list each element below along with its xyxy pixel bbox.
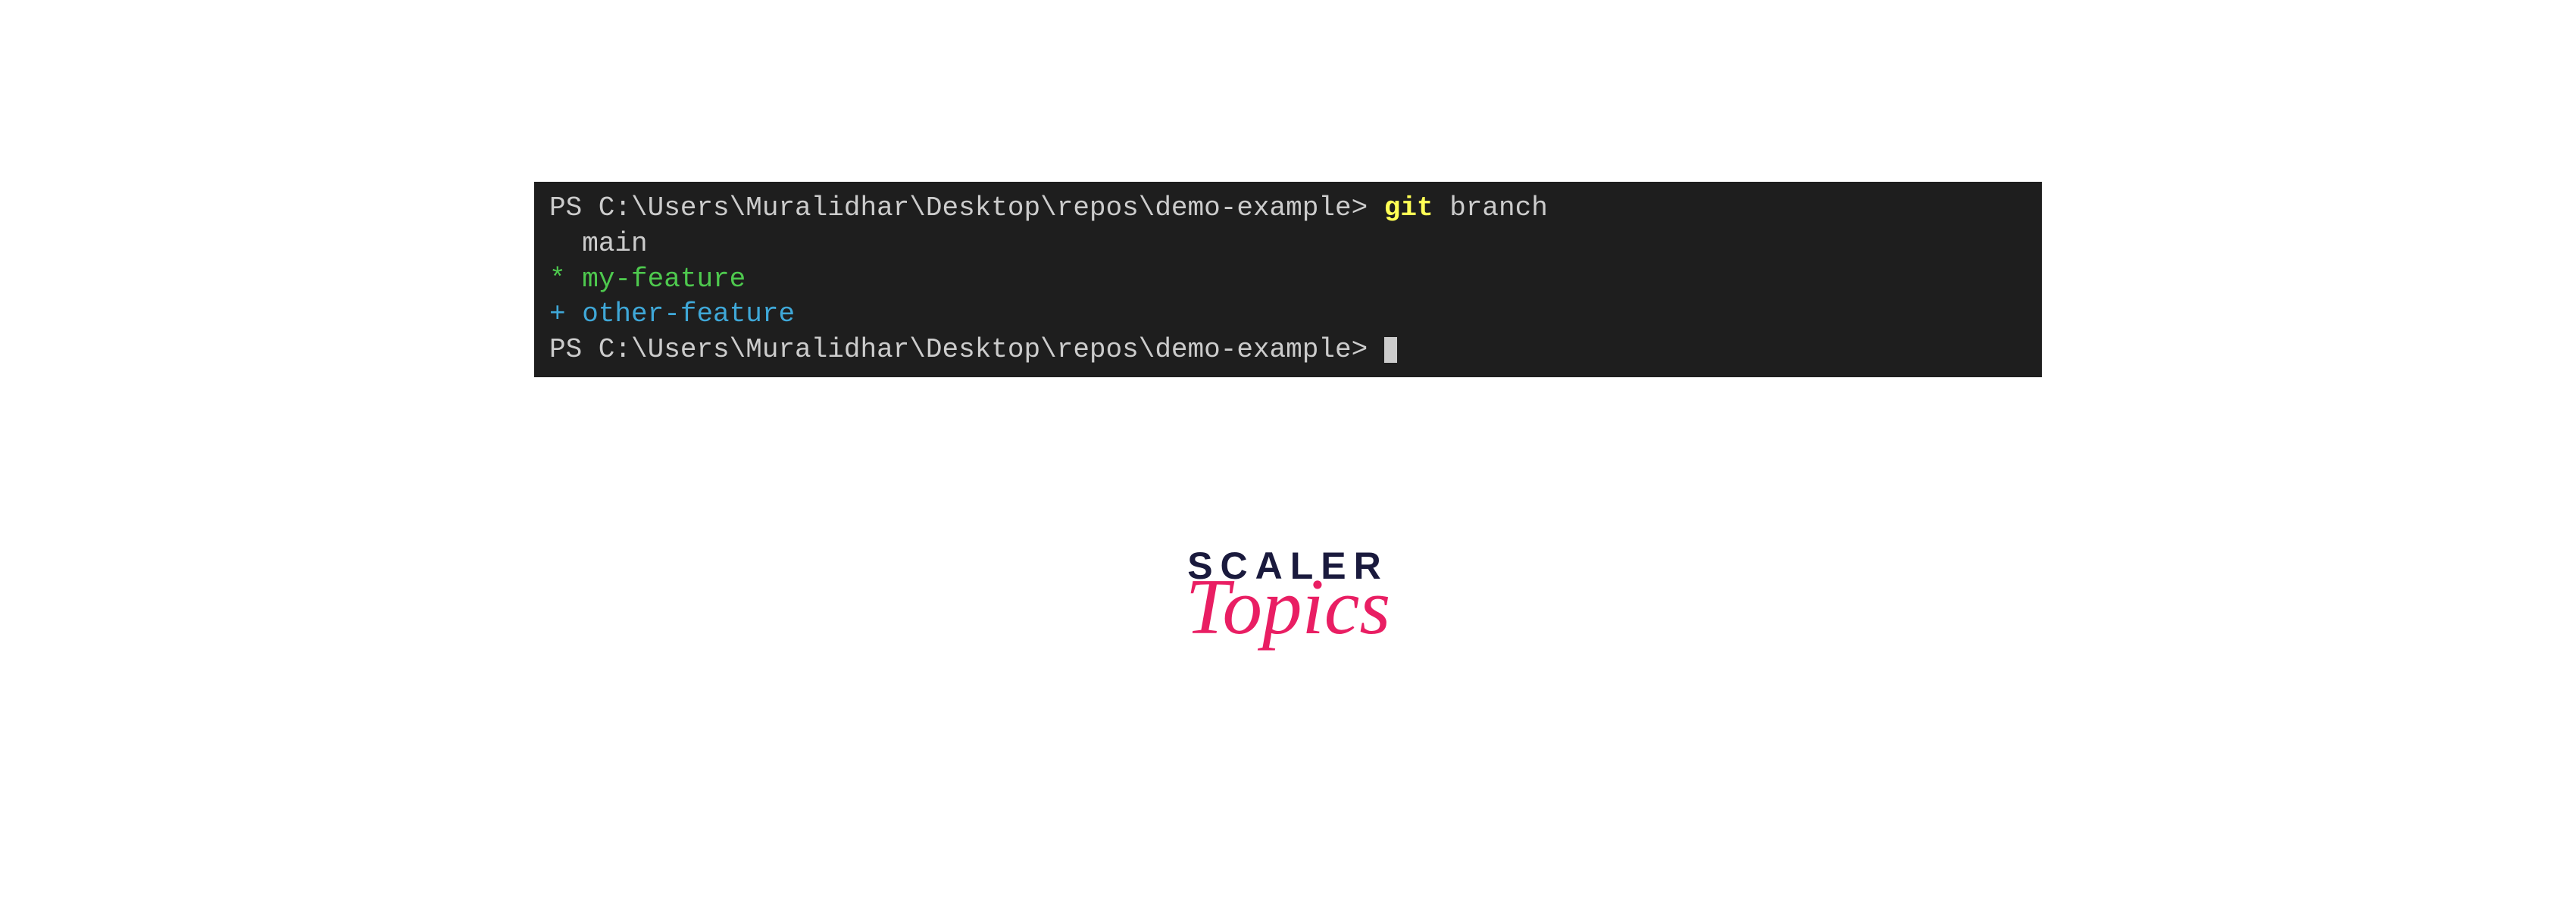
branch-name-main: main: [582, 228, 647, 259]
branch-prefix-other: +: [549, 298, 582, 330]
terminal-branch-main-line: main: [549, 226, 2027, 262]
git-command-arg: branch: [1433, 192, 1548, 223]
terminal-branch-current-line: * my-feature: [549, 262, 2027, 298]
branch-prefix-current: *: [549, 264, 582, 295]
prompt-path: PS C:\Users\Muralidhar\Desktop\repos\dem…: [549, 192, 1384, 223]
scaler-topics-logo: SCALER Topics: [1186, 544, 1390, 646]
terminal-window[interactable]: PS C:\Users\Muralidhar\Desktop\repos\dem…: [534, 182, 2042, 377]
cursor-icon: [1384, 337, 1397, 363]
git-command-keyword: git: [1384, 192, 1433, 223]
logo-text-topics: Topics: [1186, 567, 1390, 646]
branch-prefix-main: [549, 228, 582, 259]
terminal-line-1: PS C:\Users\Muralidhar\Desktop\repos\dem…: [549, 191, 2027, 226]
branch-name-other: other-feature: [582, 298, 795, 330]
branch-name-current: my-feature: [582, 264, 746, 295]
prompt-path-2: PS C:\Users\Muralidhar\Desktop\repos\dem…: [549, 334, 1384, 365]
terminal-branch-other-line: + other-feature: [549, 297, 2027, 333]
terminal-line-prompt2: PS C:\Users\Muralidhar\Desktop\repos\dem…: [549, 333, 2027, 368]
